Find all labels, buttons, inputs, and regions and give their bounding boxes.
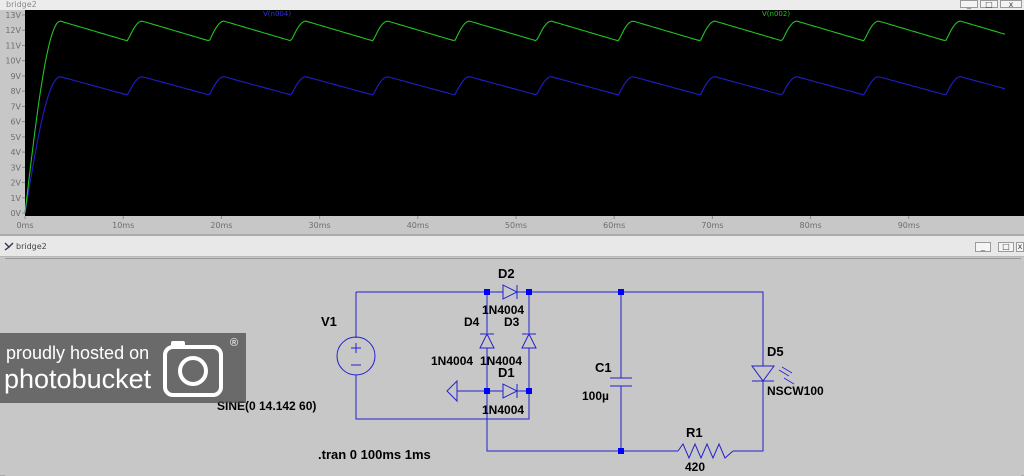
- x-tick-label: 10ms: [112, 221, 134, 230]
- d3-symbol[interactable]: [521, 332, 537, 349]
- y-tick-label: 0V: [10, 209, 21, 218]
- d4-model[interactable]: 1N4004: [431, 354, 473, 368]
- d1-model[interactable]: 1N4004: [482, 403, 524, 417]
- camera-logo-icon: [163, 341, 223, 397]
- schematic-window-title: bridge2: [16, 242, 47, 251]
- y-tick-label: 4V: [10, 148, 21, 157]
- c1-label[interactable]: C1: [595, 360, 612, 375]
- watermark-line-2: photobucket: [4, 364, 152, 394]
- r1-symbol[interactable]: [677, 442, 734, 460]
- legend-series-2[interactable]: V(n002): [762, 10, 790, 18]
- photobucket-watermark: proudly hosted on photobucket ®: [0, 333, 246, 403]
- d5-symbol[interactable]: [751, 365, 775, 382]
- y-tick-label: 8V: [10, 87, 21, 96]
- c1-value[interactable]: 100µ: [582, 389, 609, 403]
- x-tick-label: 20ms: [210, 221, 232, 230]
- registered-mark: ®: [230, 337, 239, 349]
- y-tick-label: 6V: [10, 118, 21, 127]
- x-tick-label: 30ms: [309, 221, 331, 230]
- y-tick-label: 2V: [10, 179, 21, 188]
- d5-model[interactable]: NSCW100: [767, 384, 824, 398]
- y-tick-label: 5V: [10, 133, 21, 142]
- led-emission-arrows: [778, 366, 795, 385]
- y-tick-label: 11V: [5, 41, 21, 50]
- r1-value[interactable]: 420: [685, 460, 705, 474]
- schematic-title-bar[interactable]: bridge2 _ □ x: [0, 236, 1024, 257]
- x-tick-label: 60ms: [603, 221, 625, 230]
- y-tick-label: 9V: [10, 72, 21, 81]
- y-tick-label: 10V: [5, 57, 21, 66]
- r1-label[interactable]: R1: [686, 425, 703, 440]
- plot-area[interactable]: [25, 10, 1024, 216]
- waveform-plot[interactable]: V(n004) V(n002) 0V 1V 2V 3V 4V 5V 6V 7V 8V 9V 10V 1…: [0, 10, 1024, 232]
- waveform-window-title: bridge2: [6, 0, 37, 9]
- x-tick-label: 80ms: [800, 221, 822, 230]
- x-tick-label: 0ms: [16, 221, 33, 230]
- d3-label[interactable]: D3: [504, 315, 519, 329]
- x-tick-label: 50ms: [505, 221, 527, 230]
- x-tick-label: 90ms: [898, 221, 920, 230]
- v1-symbol[interactable]: [336, 336, 376, 376]
- maximize-button[interactable]: □: [980, 0, 998, 9]
- schematic-app-icon: [4, 242, 14, 251]
- v1-label[interactable]: V1: [321, 314, 337, 329]
- y-tick-label: 3V: [10, 163, 21, 172]
- x-tick-label: 70ms: [701, 221, 723, 230]
- y-tick-label: 12V: [5, 26, 21, 35]
- y-tick-label: 7V: [10, 102, 21, 111]
- minimize-button[interactable]: _: [960, 0, 978, 9]
- maximize-button[interactable]: □: [998, 242, 1014, 252]
- legend-series-1[interactable]: V(n004): [263, 10, 291, 18]
- close-button[interactable]: x: [1016, 242, 1024, 252]
- v1-polarity: [351, 343, 361, 366]
- c1-symbol[interactable]: [610, 377, 632, 387]
- x-tick-label: 40ms: [407, 221, 429, 230]
- d2-label[interactable]: D2: [498, 266, 515, 281]
- minimize-button[interactable]: _: [975, 242, 991, 252]
- d4-label[interactable]: D4: [464, 315, 479, 329]
- ground-symbol: [446, 379, 458, 403]
- watermark-line-1: proudly hosted on: [6, 343, 150, 363]
- spice-directive[interactable]: .tran 0 100ms 1ms: [318, 447, 431, 462]
- d5-label[interactable]: D5: [767, 344, 784, 359]
- y-tick-label: 1V: [10, 194, 21, 203]
- y-tick-label: 13V: [5, 11, 21, 20]
- close-button[interactable]: x: [1000, 0, 1022, 9]
- d1-symbol[interactable]: [502, 383, 519, 399]
- d2-symbol[interactable]: [487, 284, 529, 300]
- d1-label[interactable]: D1: [498, 365, 515, 380]
- d4-symbol[interactable]: [479, 332, 495, 349]
- waveform-window: bridge2 _ □ x V(n004) V(n002) 0V 1V 2V 3V 4V…: [0, 0, 1024, 234]
